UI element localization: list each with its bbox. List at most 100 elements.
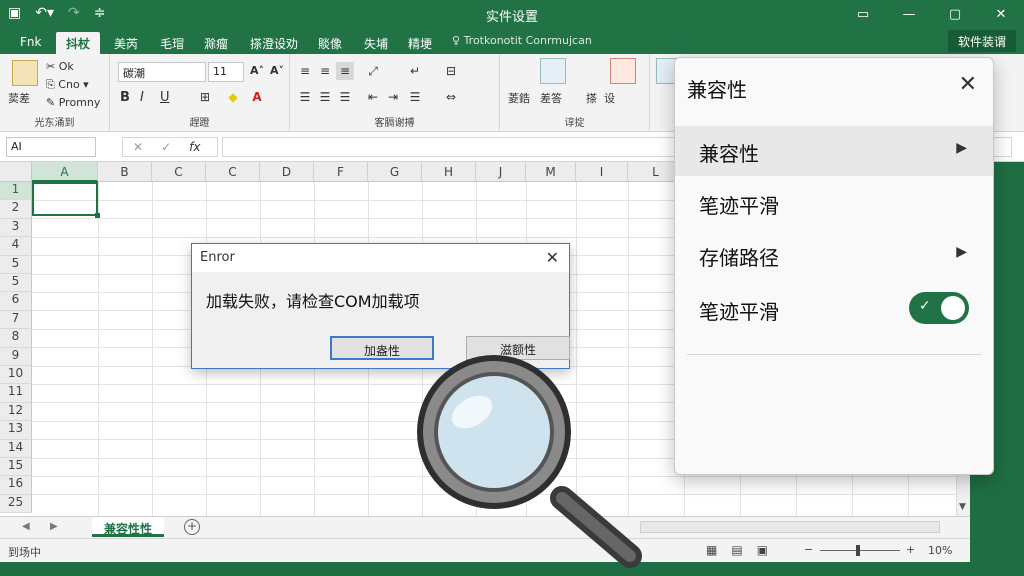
panel-item-ink-smoothing[interactable]: 笔迹平滑 xyxy=(675,178,993,228)
paste-button[interactable]: 荬差 xyxy=(8,90,30,106)
decrease-indent-icon[interactable]: ⇤ xyxy=(364,88,382,106)
row-header[interactable]: 9 xyxy=(0,347,32,366)
borders-icon[interactable]: ⊞ xyxy=(196,88,214,106)
column-header[interactable]: M xyxy=(526,162,576,182)
tell-me-search[interactable]: ♀ Trotkonotit Conrmujcan xyxy=(452,34,592,47)
close-icon[interactable]: ✕ xyxy=(546,248,559,267)
select-all-corner[interactable] xyxy=(0,162,32,182)
row-header[interactable]: 11 xyxy=(0,384,32,403)
cell-styles-icon[interactable] xyxy=(610,58,636,84)
name-box[interactable]: AI xyxy=(6,137,96,157)
style-item-2[interactable]: 差答 xyxy=(540,90,562,106)
sheet-next-icon[interactable]: ▶ xyxy=(50,521,58,532)
tab-review[interactable]: 失埔 xyxy=(354,32,398,54)
ribbon-display-icon[interactable]: ▭ xyxy=(840,0,886,28)
font-color-icon[interactable]: A xyxy=(248,88,266,106)
style-item-4[interactable]: 设 xyxy=(604,90,615,106)
align-left-icon[interactable]: ☰ xyxy=(296,88,314,106)
increase-indent-icon[interactable]: ⇥ xyxy=(384,88,402,106)
zoom-slider-thumb[interactable] xyxy=(856,545,860,556)
zoom-slider[interactable] xyxy=(820,550,900,551)
minimize-button[interactable]: — xyxy=(886,0,932,28)
maximize-button[interactable]: ▢ xyxy=(932,0,978,28)
column-header[interactable]: A xyxy=(32,162,98,182)
row-header[interactable]: 4 xyxy=(0,237,32,256)
font-name-select[interactable]: 碳潮 xyxy=(118,62,206,82)
row-header[interactable]: 3 xyxy=(0,218,32,238)
bold-button[interactable]: B xyxy=(120,90,130,105)
zoom-in-icon[interactable]: + xyxy=(906,543,915,556)
row-header[interactable]: 5 xyxy=(0,255,32,274)
scroll-down-icon[interactable]: ▼ xyxy=(959,502,966,512)
horizontal-scrollbar[interactable] xyxy=(640,521,940,533)
align-bottom-icon[interactable]: ≡ xyxy=(336,62,354,80)
tab-formulas[interactable]: 搽澄设劝 xyxy=(240,32,308,54)
close-button[interactable]: ✕ xyxy=(978,0,1024,28)
row-header[interactable]: 6 xyxy=(0,292,32,311)
column-header[interactable]: H xyxy=(422,162,476,182)
row-header[interactable]: 10 xyxy=(0,366,32,385)
style-item-3[interactable]: 搽 xyxy=(586,90,597,106)
row-header[interactable]: 8 xyxy=(0,329,32,348)
italic-button[interactable]: I xyxy=(140,90,144,105)
merge-icon[interactable]: ⊟ xyxy=(442,62,460,80)
sheet-prev-icon[interactable]: ◀ xyxy=(22,521,30,532)
grow-font-button[interactable]: A˄ xyxy=(250,64,264,77)
panel-close-icon[interactable]: ✕ xyxy=(959,72,977,97)
tab-file[interactable]: Fnk xyxy=(10,32,51,54)
column-header[interactable]: F xyxy=(314,162,368,182)
cut-button[interactable]: ✂ Ok xyxy=(46,60,74,73)
row-header[interactable]: 7 xyxy=(0,310,32,330)
row-header[interactable]: 1 xyxy=(0,182,32,201)
format-painter-button[interactable]: ✎ Promny xyxy=(46,96,100,109)
sheet-tab[interactable]: 兼容性性 xyxy=(92,517,165,537)
column-header[interactable]: D xyxy=(260,162,314,182)
font-size-select[interactable]: 11 xyxy=(208,62,244,82)
tab-data[interactable]: 賧像 xyxy=(308,32,352,54)
add-sheet-icon[interactable]: + xyxy=(184,519,200,535)
tab-draw[interactable]: 毛瑁 xyxy=(150,32,194,54)
shrink-font-button[interactable]: A˅ xyxy=(270,64,284,77)
align-center-icon[interactable]: ☰ xyxy=(316,88,334,106)
zoom-level[interactable]: 10% xyxy=(928,544,952,557)
column-header[interactable]: G xyxy=(368,162,422,182)
zoom-out-icon[interactable]: − xyxy=(804,543,813,556)
panel-item-storage-path[interactable]: 存储路径 ▶ xyxy=(675,230,993,280)
column-header[interactable]: C xyxy=(206,162,260,182)
column-header[interactable]: C xyxy=(152,162,206,182)
panel-item-compatibility[interactable]: 兼容性 ▶ xyxy=(675,126,993,176)
tab-view[interactable]: 精埂 xyxy=(398,32,442,54)
paste-icon[interactable] xyxy=(12,60,38,86)
tab-page-layout[interactable]: 滁瘤 xyxy=(194,32,238,54)
align-right-icon[interactable]: ☰ xyxy=(336,88,354,106)
account-button[interactable]: 软件装谓 xyxy=(947,30,1016,52)
fx-icon[interactable]: fx xyxy=(189,140,200,154)
distributed-icon[interactable]: ⇔ xyxy=(442,88,460,106)
row-header[interactable]: 13 xyxy=(0,421,32,440)
ink-smoothing-toggle[interactable]: ✓ xyxy=(909,292,969,324)
cancel-icon[interactable]: ✕ xyxy=(133,140,143,154)
align-top-icon[interactable]: ≡ xyxy=(296,62,314,80)
column-header[interactable]: J xyxy=(476,162,526,182)
row-header[interactable]: 2 xyxy=(0,200,32,219)
row-header[interactable]: 5 xyxy=(0,274,32,293)
conditional-format-icon[interactable] xyxy=(540,58,566,84)
row-header[interactable]: 15 xyxy=(0,458,32,477)
row-header[interactable]: 12 xyxy=(0,402,32,422)
row-header[interactable]: 25 xyxy=(0,494,32,514)
page-break-view-icon[interactable]: ▣ xyxy=(757,543,768,557)
justify-icon[interactable]: ☰ xyxy=(406,88,424,106)
row-header[interactable]: 16 xyxy=(0,476,32,495)
enter-icon[interactable]: ✓ xyxy=(161,140,171,154)
column-header[interactable]: B xyxy=(98,162,152,182)
orientation-icon[interactable]: ⤢ xyxy=(364,62,382,80)
row-header[interactable]: 14 xyxy=(0,439,32,458)
fill-color-icon[interactable]: ◆ xyxy=(224,88,242,106)
column-header[interactable]: I xyxy=(576,162,628,182)
wrap-text-icon[interactable]: ↵ xyxy=(406,62,424,80)
tab-insert[interactable]: 美芮 xyxy=(104,32,148,54)
page-layout-view-icon[interactable]: ▤ xyxy=(731,543,742,557)
underline-button[interactable]: U xyxy=(160,90,170,105)
align-middle-icon[interactable]: ≡ xyxy=(316,62,334,80)
tab-home[interactable]: 抖杖 xyxy=(56,32,101,54)
